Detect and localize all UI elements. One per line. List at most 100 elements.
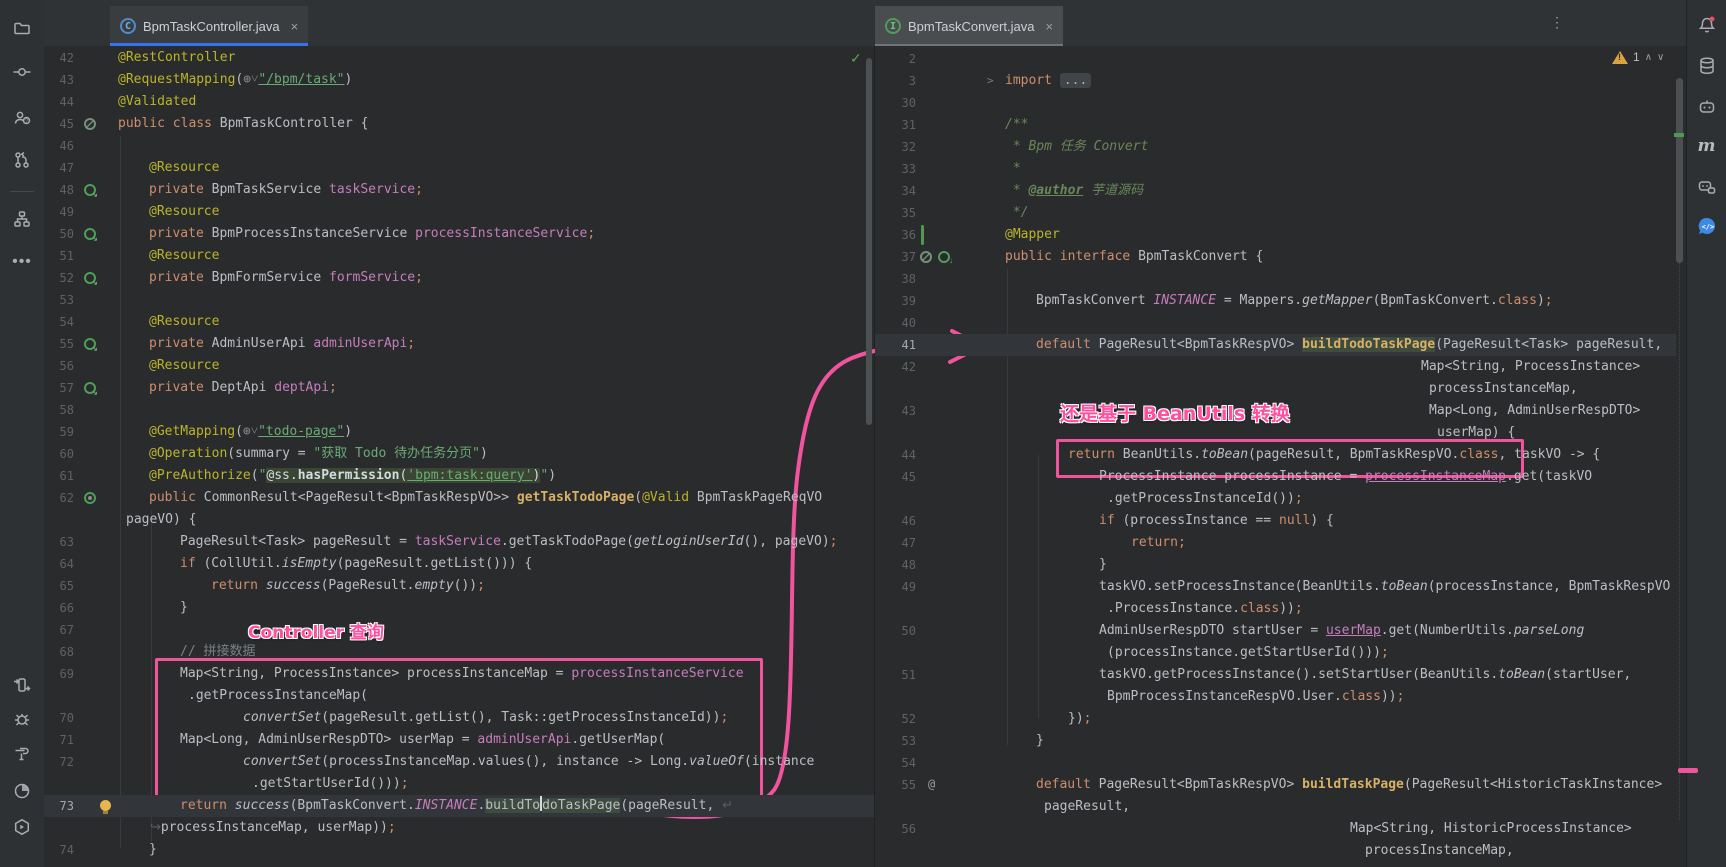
tab-bpmtaskcontroller[interactable]: C BpmTaskController.java ×: [110, 6, 308, 46]
line-number: 56: [876, 818, 916, 840]
more-tool-windows-icon[interactable]: •••: [12, 253, 32, 271]
next-problem-icon[interactable]: ∨: [1657, 52, 1664, 63]
code-line: if (CollUtil.isEmpty(pageResult.getList(…: [180, 553, 532, 575]
close-icon[interactable]: ×: [1045, 19, 1053, 34]
code-line: Map<Long, AdminUserRespDTO>: [1429, 400, 1640, 422]
user-question-icon[interactable]: ?: [13, 109, 31, 127]
interface-file-icon: I: [885, 18, 901, 34]
code-line: return success(BpmTaskConvert.INSTANCE.b…: [180, 795, 733, 817]
bean-gutter-icon[interactable]: [84, 338, 96, 350]
code-line: }: [149, 839, 157, 861]
code-line: default PageResult<BpmTaskRespVO> buildT…: [1036, 774, 1662, 796]
code-line: BpmProcessInstanceRespVO.User.class));: [1107, 686, 1404, 708]
code-line: return;: [1131, 532, 1186, 554]
line-number: 30: [876, 92, 916, 114]
database-icon[interactable]: [1698, 57, 1716, 76]
fold-arrow-icon[interactable]: >: [987, 70, 994, 92]
ai-assistant-icon[interactable]: [1697, 98, 1716, 116]
code-line: });: [1068, 708, 1091, 730]
line-number: 56: [36, 355, 74, 377]
code-line: Map<String, ProcessInstance>: [1421, 356, 1640, 378]
debug-icon[interactable]: [13, 710, 31, 728]
svg-text:?: ?: [25, 119, 28, 125]
code-line: return BeanUtils.toBean(pageResult, BpmT…: [1068, 444, 1600, 466]
override-marker-icon[interactable]: @: [928, 777, 935, 791]
line-number: 63: [36, 531, 74, 553]
commit-icon[interactable]: [13, 63, 31, 81]
line-number: 39: [876, 290, 916, 312]
line-number: 48: [36, 179, 74, 201]
close-icon[interactable]: ×: [291, 19, 299, 34]
code-line: import ...: [1005, 70, 1091, 92]
error-scrollbar-marker: [1678, 768, 1698, 773]
code-line: .getStartUserId()));: [252, 773, 409, 795]
implementations-gutter-icon[interactable]: [938, 251, 950, 263]
code-line: if (processInstance == null) {: [1099, 510, 1334, 532]
code-line: Map<String, ProcessInstance> processInst…: [180, 663, 744, 685]
vcs-change-marker: [921, 225, 924, 245]
code-line: public class BpmTaskController {: [118, 113, 368, 135]
prev-problem-icon[interactable]: ∧: [1645, 52, 1652, 63]
code-line: .getProcessInstanceMap(: [188, 685, 368, 707]
code-line: @Resource: [149, 201, 219, 223]
nobean-gutter-icon[interactable]: [84, 118, 96, 130]
line-number: 36: [876, 224, 916, 246]
code-line: @Mapper: [1005, 224, 1060, 246]
code-line: *: [1005, 158, 1021, 180]
maven-icon[interactable]: m: [1698, 136, 1716, 156]
scrollbar-track[interactable]: [1679, 263, 1681, 820]
line-number: 51: [876, 664, 916, 686]
line-number: 41: [876, 334, 916, 356]
scrollbar-thumb[interactable]: [866, 58, 872, 425]
line-number: 62: [36, 487, 74, 509]
code-line: processInstanceMap,: [1429, 378, 1578, 400]
class-file-icon: C: [120, 18, 136, 34]
code-line: convertSet(processInstanceMap.values(), …: [243, 751, 814, 773]
code-line: processInstanceMap,: [1365, 840, 1514, 862]
play-icon[interactable]: [13, 818, 31, 836]
line-number: 66: [36, 597, 74, 619]
bean-gutter-icon[interactable]: [84, 382, 96, 394]
code-line: private BpmTaskService taskService;: [149, 179, 423, 201]
line-number: 58: [36, 399, 74, 421]
bean-gutter-icon[interactable]: [84, 272, 96, 284]
build-icon[interactable]: [13, 745, 31, 763]
line-number: 42: [36, 47, 74, 69]
inspections-ok-icon[interactable]: ✓: [850, 50, 862, 67]
scrollbar-thumb[interactable]: [1676, 78, 1683, 263]
code-line: }: [180, 597, 188, 619]
profiler-icon[interactable]: [13, 782, 31, 800]
no-run-gutter-icon[interactable]: [920, 251, 932, 263]
mdot-gutter-icon[interactable]: [84, 492, 96, 504]
code-line: private DeptApi deptApi;: [149, 377, 337, 399]
line-number: 50: [36, 223, 74, 245]
line-number: 43: [36, 69, 74, 91]
run-tool-icon[interactable]: [13, 676, 31, 694]
line-number: 59: [36, 421, 74, 443]
line-number: 44: [876, 444, 916, 466]
chat-robot-icon[interactable]: [1697, 178, 1716, 196]
bean-gutter-icon[interactable]: [84, 184, 96, 196]
inspections-widget[interactable]: 1 ∧ ∨: [1612, 50, 1664, 64]
line-number: 2: [876, 48, 916, 70]
line-number: 31: [876, 114, 916, 136]
code-line: convertSet(pageResult.getList(), Task::g…: [243, 707, 728, 729]
code-line: /**: [1005, 114, 1028, 136]
notifications-icon[interactable]: [1697, 16, 1716, 35]
line-number: 35: [876, 202, 916, 224]
pull-requests-icon[interactable]: [13, 151, 31, 169]
line-number: 46: [36, 135, 74, 157]
tab-bpmtaskconvert[interactable]: I BpmTaskConvert.java ×: [875, 6, 1063, 46]
code-line: @GetMapping(⊕˅"todo-page"): [149, 421, 352, 443]
bean-gutter-icon[interactable]: [84, 228, 96, 240]
tab-bar: C BpmTaskController.java × ⋮ I BpmTaskCo…: [44, 0, 1687, 47]
code-chat-icon[interactable]: </>: [1697, 216, 1717, 236]
line-number: 65: [36, 575, 74, 597]
code-line: pageVO) {: [126, 509, 196, 531]
code-line: @Resource: [149, 311, 219, 333]
project-icon[interactable]: [13, 19, 31, 37]
bulb-gutter-icon[interactable]: [100, 800, 111, 811]
right-tab-overflow-icon[interactable]: ⋮: [1550, 14, 1564, 31]
line-number: 47: [36, 157, 74, 179]
structure-icon[interactable]: [13, 210, 31, 228]
